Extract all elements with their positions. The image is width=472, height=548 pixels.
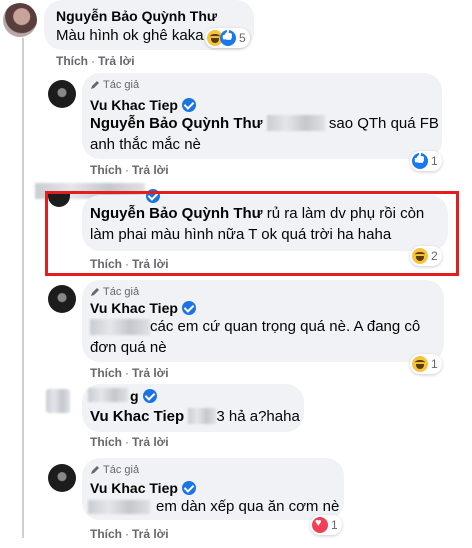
reaction-badge[interactable]: 1 [410,354,442,374]
love-icon [312,517,328,533]
reply-link[interactable]: Trả lời [132,366,169,380]
author-name[interactable]: Vu Khac Tiep [90,300,178,316]
reaction-count: 1 [331,518,338,532]
comment-actions: Thích · Trả lời [56,54,135,68]
comment-text-part: 3 hả a?haha [216,408,300,425]
reply-link[interactable]: Trả lời [132,527,169,541]
reply-link[interactable]: Trả lời [132,435,169,449]
thread-line [22,38,24,538]
reaction-count: 1 [431,357,438,371]
avatar[interactable] [48,80,76,108]
reaction-count: 1 [431,154,438,168]
comment-text: em dàn xếp qua ăn cơm nè [156,496,339,517]
verified-icon [181,481,196,495]
pencil-icon [91,466,99,474]
redacted-region [88,500,150,514]
comment-author: Vu Khac Tiep [90,300,196,316]
comment-actions: Thích · Trả lời [90,435,169,449]
verified-icon [142,389,157,403]
avatar[interactable] [3,3,37,37]
redacted-region [88,388,128,402]
pencil-icon [91,288,99,296]
reaction-badge[interactable]: 1 [310,515,342,535]
comment-author: g [130,388,157,404]
comment-author[interactable]: Nguyễn Bảo Quỳnh Thư [56,8,217,24]
like-link[interactable]: Thích [90,435,122,449]
comment-actions: Thích · Trả lời [90,366,169,380]
author-name[interactable]: Vu Khac Tiep [90,97,178,113]
like-icon [220,30,236,46]
comment-text-line: đơn quá nè [90,339,167,356]
reaction-count: 5 [239,31,246,45]
author-tag-label: Tác giả [103,464,140,476]
comment-bubble: Tác giả Vu Khac Tiep Nguyễn Bảo Quỳnh Th… [82,73,442,159]
redacted-avatar [46,389,70,413]
like-link[interactable]: Thích [90,366,122,380]
comment-text: Màu hình ok ghê kaka [56,27,204,44]
like-link[interactable]: Thích [90,527,122,541]
author-name[interactable]: Vu Khac Tiep [90,480,178,496]
author-name[interactable]: g [130,388,139,404]
author-tag: Tác giả [90,464,139,476]
author-tag-label: Tác giả [103,286,140,298]
reply-link[interactable]: Trả lời [98,54,135,68]
redacted-region [266,115,325,131]
haha-icon [412,356,428,372]
comment-text: các em cứ quan trọng quá nè. A đang cô đ… [90,316,440,358]
comment-author: Vu Khac Tiep [90,480,196,496]
author-tag: Tác giả [90,286,139,298]
comment-text-line: em dàn xếp qua ăn cơm nè [156,498,340,515]
comment-actions: Thích · Trả lời [90,163,169,177]
redacted-region [188,408,217,424]
comment-author: Vu Khac Tiep [90,97,196,113]
comment-text-line: anh thắc mắc nè [90,136,201,153]
mention-link[interactable]: Vu Khac Tiep [90,408,184,425]
author-tag: Tác giả [90,79,139,91]
avatar[interactable] [48,464,76,492]
comment-bubble: Tác giả Vu Khac Tiep em dàn xếp qua ăn c… [82,458,344,520]
comment-bubble: g Vu Khac Tiep 3 hả a?haha [82,384,304,432]
reply-link[interactable]: Trả lời [132,163,169,177]
like-link[interactable]: Thích [90,163,122,177]
verified-icon [181,301,196,315]
comment-actions: Thích · Trả lời [90,527,169,541]
author-tag-label: Tác giả [103,79,140,91]
comment-text-line: các em cứ quan trọng quá nè. A đang cô [150,318,421,335]
reaction-badge[interactable]: 1 [410,151,442,171]
comment-text-part: sao QTh quá FB [328,115,439,132]
comment-text: Vu Khac Tiep 3 hả a?haha [90,406,300,427]
comment-text: Nguyễn Bảo Quỳnh Thư sao QTh quá FB anh … [90,113,440,155]
mention-link[interactable]: Nguyễn Bảo Quỳnh Thư [90,115,263,132]
comment-bubble: Tác giả Vu Khac Tiep các em cứ quan trọn… [82,280,444,362]
like-icon [412,153,428,169]
verified-icon [181,98,196,112]
pencil-icon [91,81,99,89]
highlight-box [45,191,459,276]
like-link[interactable]: Thích [56,54,88,68]
reaction-badge[interactable]: 5 [205,28,250,48]
avatar[interactable] [48,285,76,313]
